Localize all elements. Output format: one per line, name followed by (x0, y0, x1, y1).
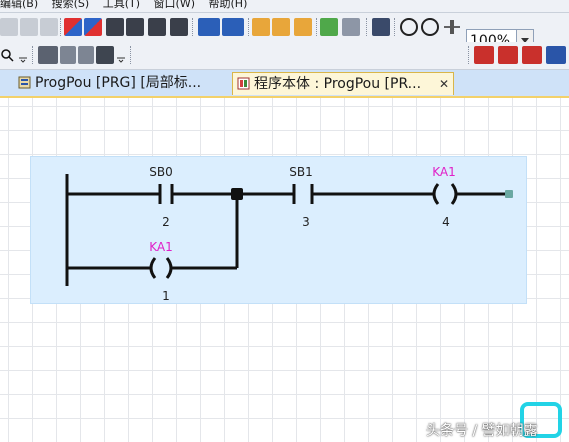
device-config-icon[interactable] (222, 18, 244, 36)
verify-icon[interactable] (170, 18, 188, 36)
import-icon[interactable] (252, 18, 270, 36)
tab-label: ProgPou [PRG] [局部标... (35, 75, 202, 91)
zoom-in-icon[interactable] (400, 18, 418, 36)
monitor-search-icon[interactable] (126, 18, 144, 36)
tab-label: 程序本体 : ProgPou [PR... (254, 76, 422, 92)
toolbar-separator (130, 46, 133, 64)
menu-bar: 编辑(B) 搜索(S) 工具(T) 窗口(W) 帮助(H) (0, 0, 569, 13)
menu-edit[interactable]: 编辑(B) (0, 0, 38, 10)
contact-sb1-label: SB1 (289, 165, 312, 179)
compare-icon[interactable] (148, 18, 166, 36)
device-icon[interactable] (198, 18, 220, 36)
coil-ka1-branch-label: KA1 (149, 240, 173, 254)
contact-sb1-number: 3 (302, 215, 310, 229)
coil-ka1-left (432, 183, 440, 205)
list-icon[interactable] (78, 46, 94, 64)
ladder-program-icon (237, 77, 250, 90)
coil-ka1-branch-left (149, 257, 157, 279)
ladder-toolbar (0, 42, 569, 104)
export-icon[interactable] (272, 18, 290, 36)
search-icon[interactable] (0, 46, 14, 64)
download-icon[interactable] (64, 18, 82, 36)
tab-progpou-prg[interactable]: ProgPou [PRG] [局部标... (14, 72, 218, 94)
menu-window[interactable]: 窗口(W) (154, 0, 195, 10)
run-icon[interactable] (320, 18, 338, 36)
toolbar-separator (32, 46, 35, 64)
stop-icon[interactable] (342, 18, 360, 36)
device-comment-icon[interactable] (498, 46, 518, 64)
layout-icon[interactable] (96, 46, 114, 64)
zoom-out-icon[interactable] (421, 18, 439, 36)
chevron-down-icon[interactable] (116, 46, 126, 64)
toolbar-separator (394, 18, 397, 36)
coil-ka1-number: 4 (442, 215, 450, 229)
copy-icon[interactable] (20, 18, 38, 36)
paste-icon[interactable] (0, 18, 18, 36)
toolbar-separator (248, 18, 251, 36)
plc-icon[interactable] (522, 46, 542, 64)
ladder-editor[interactable]: SB0 2 SB1 3 KA1 4 KA1 1 (0, 98, 569, 442)
dev-icon[interactable] (546, 46, 566, 64)
monitor-icon[interactable] (106, 18, 124, 36)
upload-icon[interactable] (84, 18, 102, 36)
program-icon (18, 76, 31, 89)
close-icon[interactable]: ✕ (439, 73, 449, 95)
tab-program-body[interactable]: 程序本体 : ProgPou [PR... ✕ (232, 72, 454, 95)
watermark: 头条号 / 譬如朝露 (426, 423, 538, 439)
cut-icon[interactable] (40, 18, 58, 36)
coil-ka1-branch-number: 1 (162, 289, 170, 303)
transfer-icon[interactable] (294, 18, 312, 36)
menu-tools[interactable]: 工具(T) (103, 0, 140, 10)
menu-search[interactable]: 搜索(S) (52, 0, 90, 10)
table-icon[interactable] (38, 46, 58, 64)
toolbar-separator (192, 18, 195, 36)
toolbar-separator (366, 18, 369, 36)
coil-ka1-label: KA1 (432, 165, 456, 179)
ladder-diagram: SB0 2 SB1 3 KA1 4 KA1 1 (65, 165, 513, 303)
coil-ka1-branch-right (165, 257, 173, 279)
window-icon[interactable] (372, 18, 390, 36)
toolbar-separator (60, 18, 63, 36)
coil-ka1-right (450, 183, 458, 205)
grid-icon[interactable] (60, 46, 76, 64)
editor-tabs: ProgPou [PRG] [局部标... 程序本体 : ProgPou [PR… (0, 70, 569, 98)
main-toolbar: 100% (0, 13, 569, 51)
variable-icon[interactable] (474, 46, 494, 64)
menu-help[interactable]: 帮助(H) (209, 0, 248, 10)
branch-node (231, 188, 243, 200)
chevron-down-icon[interactable] (18, 46, 28, 64)
zoom-slider-icon[interactable] (442, 18, 462, 36)
contact-sb0-label: SB0 (149, 165, 172, 179)
right-rail-terminal (505, 190, 513, 198)
contact-sb0-number: 2 (162, 215, 170, 229)
toolbar-separator (316, 18, 319, 36)
toolbar-separator (468, 46, 471, 64)
